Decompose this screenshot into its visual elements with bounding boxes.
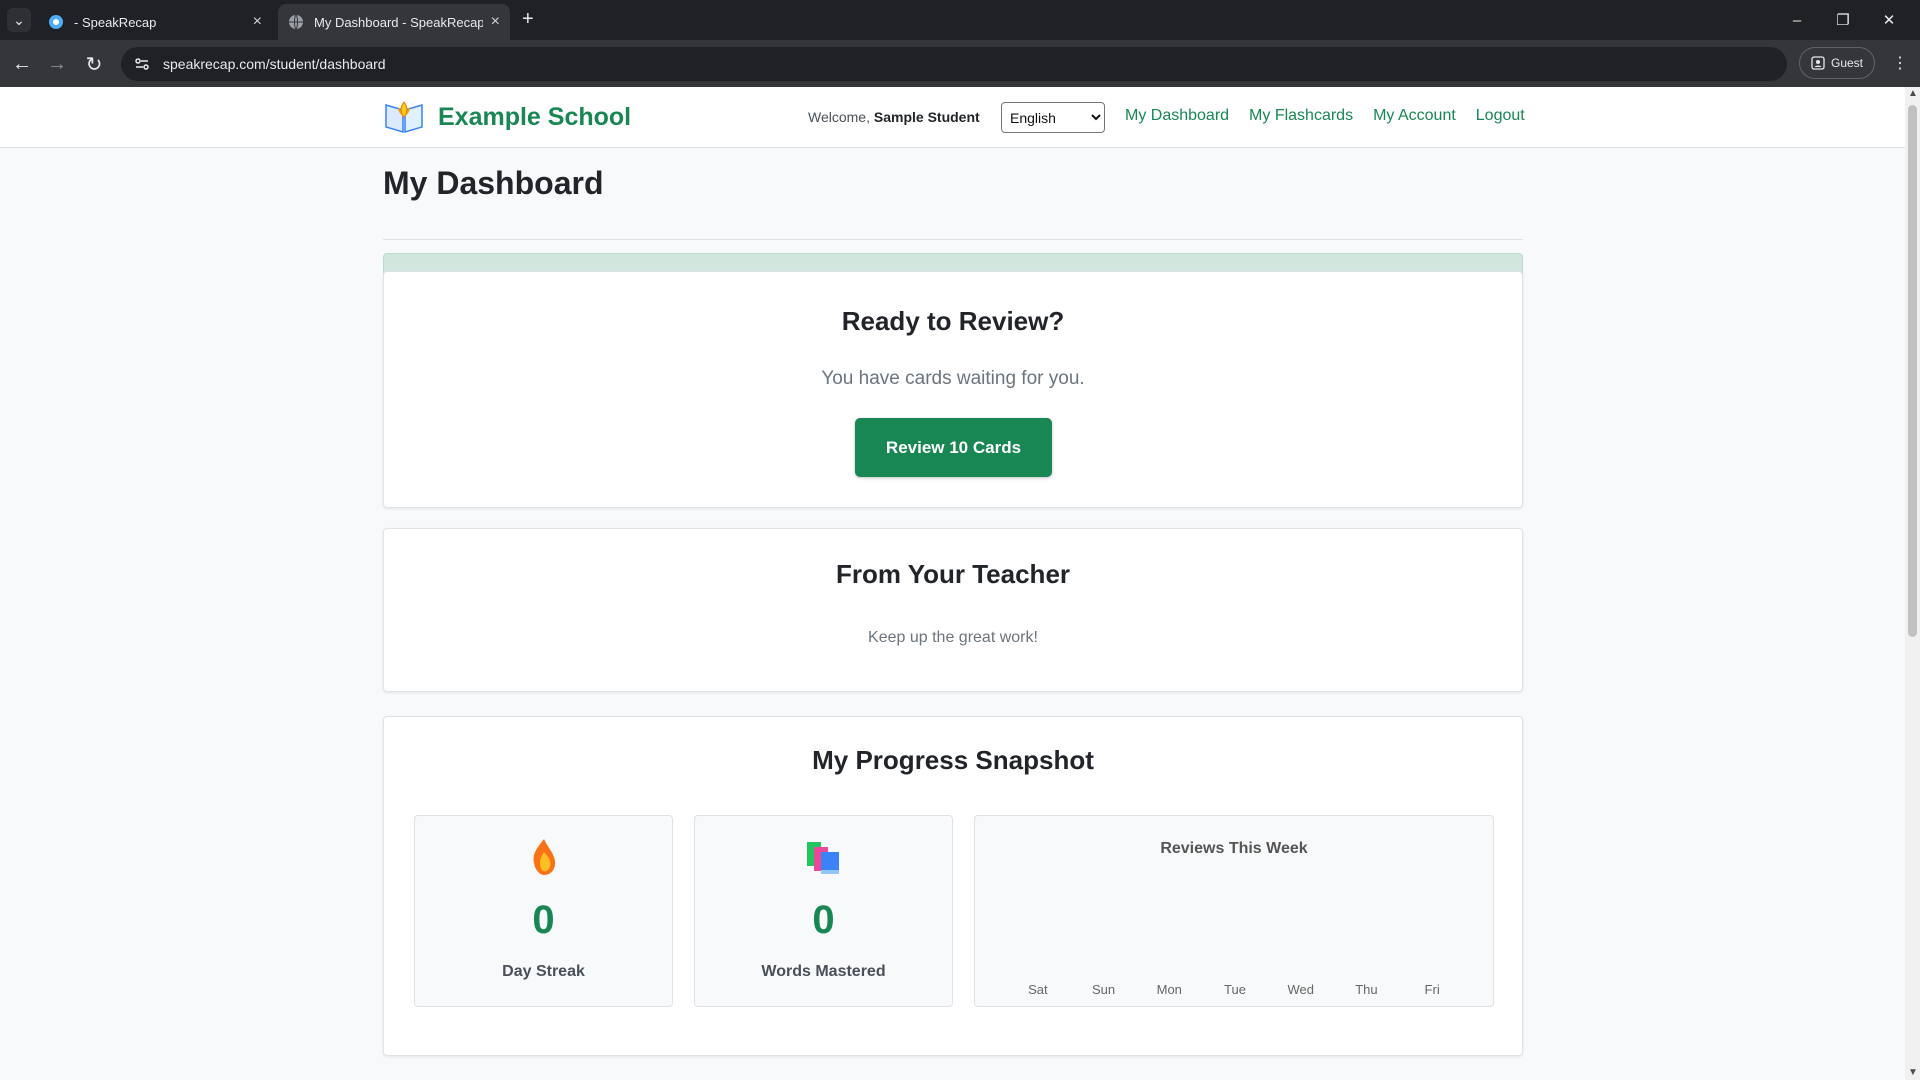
address-bar[interactable]: speakrecap.com/student/dashboard [121,47,1787,81]
day-streak-card: 0 Day Streak [414,815,673,1007]
chart-x-label: Sun [1092,982,1115,997]
tab-menu-button[interactable]: ⌄ [7,8,31,32]
close-window-icon[interactable]: ✕ [1866,0,1912,40]
nav-flashcards-link[interactable]: My Flashcards [1249,107,1353,125]
reviews-this-week-chart-card: Reviews This Week Sat Sun Mon Tue Wed Thu Fri [974,815,1494,1007]
plus-icon[interactable]: + [522,8,534,31]
title-divider [383,239,1523,240]
chart-x-label: Thu [1355,982,1377,997]
stat-label: Words Mastered [761,963,886,980]
review-title: Ready to Review? [841,306,1065,336]
browser-tab-strip: ⌄ - SpeakRecap × My Dashboard - SpeakRec… [0,0,1920,40]
page-title: My Dashboard [383,165,604,201]
scrollbar-thumb[interactable] [1908,105,1917,637]
page-viewport: Example School Welcome, Sample Student E… [0,87,1905,1080]
browser-toolbar: ← → ↻ speakrecap.com/student/dashboard G… [0,40,1920,87]
main-nav: My Dashboard My Flashcards My Account Lo… [1125,107,1525,125]
nav-dashboard-link[interactable]: My Dashboard [1125,107,1229,125]
chart-x-label: Wed [1287,982,1314,997]
chart-x-label: Mon [1157,982,1182,997]
scroll-down-icon[interactable]: ▼ [1908,1068,1918,1078]
progress-title: My Progress Snapshot [812,745,1094,775]
welcome-prefix: Welcome, [808,109,870,125]
words-mastered-card: 0 Words Mastered [694,815,953,1007]
progress-snapshot-card: My Progress Snapshot 0 Day Streak 0 Word… [383,716,1523,1056]
browser-tab-speakrecap[interactable]: - SpeakRecap × [38,4,272,40]
chart-x-label: Sat [1028,982,1048,997]
teacher-card: From Your Teacher Keep up the great work… [383,528,1523,692]
close-icon[interactable]: × [491,13,500,31]
logout-link[interactable]: Logout [1476,107,1525,125]
profile-label: Guest [1830,56,1863,70]
teacher-message: Keep up the great work! [868,629,1038,646]
vertical-scrollbar[interactable]: ▲ ▼ [1905,87,1920,1080]
chart-x-label: Tue [1224,982,1246,997]
address-text[interactable]: speakrecap.com/student/dashboard [163,56,386,72]
reviews-chart: Sat Sun Mon Tue Wed Thu Fri [1028,982,1440,997]
window-controls: – ❐ ✕ [1774,0,1912,40]
review-subtitle: You have cards waiting for you. [821,368,1085,389]
stat-label: Day Streak [502,963,585,980]
tab-title: My Dashboard - SpeakRecap Stu [314,14,483,30]
site-header: Example School Welcome, Sample Student E… [0,87,1905,148]
close-icon[interactable]: × [253,13,262,31]
books-icon [806,842,839,874]
chevron-down-icon: ⌄ [13,11,25,28]
scroll-up-icon[interactable]: ▲ [1908,89,1918,99]
speakrecap-favicon-icon [49,15,63,29]
guest-profile-button[interactable]: Guest [1799,47,1875,79]
brand-name: Example School [438,102,632,131]
chart-x-label: Fri [1425,982,1440,997]
language-select[interactable]: English [1001,102,1105,133]
back-arrow-icon[interactable]: ← [10,52,34,76]
welcome-text: Welcome, Sample Student [808,109,980,125]
stat-value: 0 [812,898,835,942]
restore-icon[interactable]: ❐ [1820,0,1866,40]
stat-value: 0 [532,898,555,942]
site-info-icon[interactable] [133,55,151,73]
review-cards-button[interactable]: Review 10 Cards [855,418,1052,477]
more-vertical-icon[interactable]: ⋮ [1892,53,1908,73]
tab-title: - SpeakRecap [74,14,157,30]
globe-icon [289,14,303,30]
reload-icon[interactable]: ↻ [82,52,106,76]
open-book-logo-icon [385,101,423,134]
minimize-icon[interactable]: – [1774,0,1820,40]
user-icon [1811,56,1825,70]
forward-arrow-icon[interactable]: → [45,52,69,76]
teacher-card-title: From Your Teacher [835,559,1071,589]
review-card: Ready to Review? You have cards waiting … [383,271,1523,508]
nav-account-link[interactable]: My Account [1373,107,1456,125]
fire-icon [533,839,555,875]
user-name: Sample Student [873,109,980,125]
site-brand[interactable]: Example School [383,99,631,135]
browser-tab-dashboard[interactable]: My Dashboard - SpeakRecap Stu × [278,4,510,40]
